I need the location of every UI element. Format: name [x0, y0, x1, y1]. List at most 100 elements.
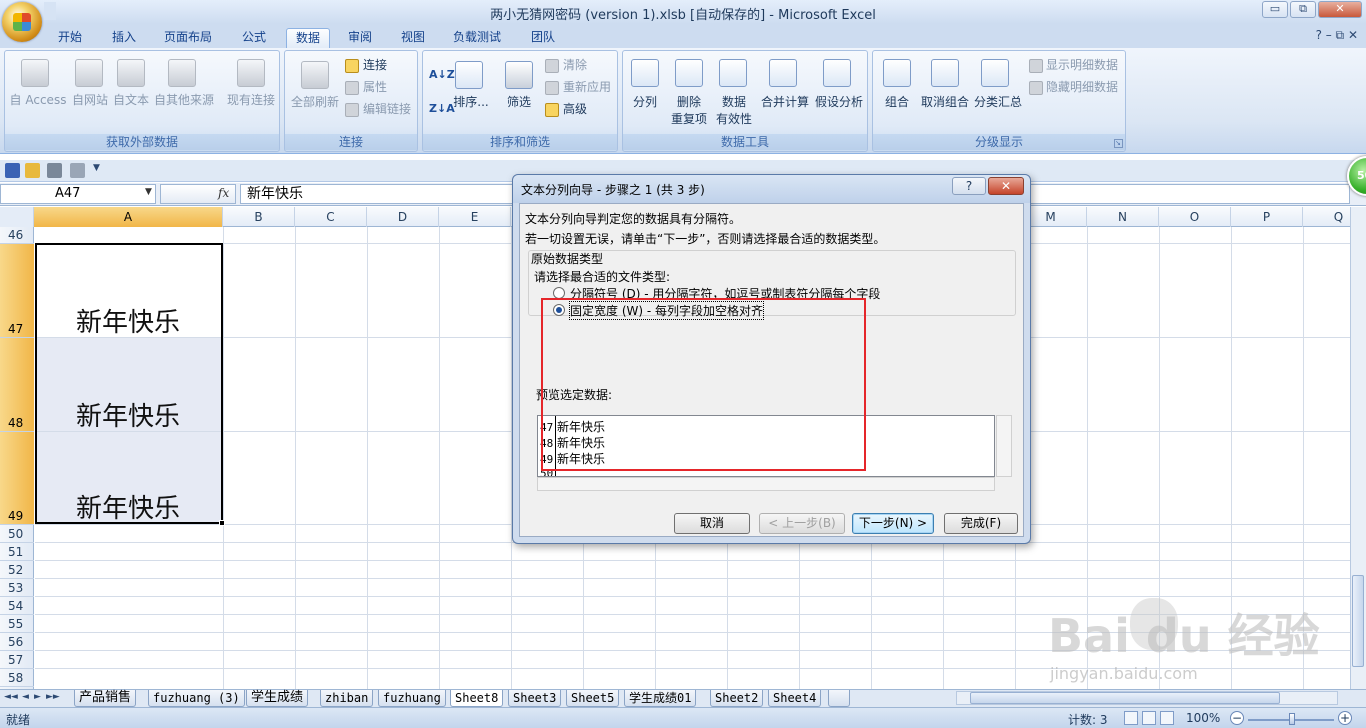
- fill-handle[interactable]: [219, 520, 225, 526]
- row-header-55[interactable]: 55: [0, 615, 34, 633]
- column-header-a[interactable]: A: [34, 207, 223, 227]
- row-header-58[interactable]: 58: [0, 669, 34, 687]
- name-box-dropdown-icon[interactable]: ▼: [145, 187, 152, 197]
- show-detail-button[interactable]: 显示明细数据: [1046, 58, 1118, 73]
- hide-detail-button[interactable]: 隐藏明细数据: [1046, 80, 1118, 95]
- sheet-tab[interactable]: Sheet5: [566, 690, 620, 707]
- save-icon[interactable]: [5, 163, 20, 178]
- row-header-50[interactable]: 50: [0, 525, 34, 543]
- zoom-out-button[interactable]: −: [1230, 711, 1244, 725]
- vertical-scroll-thumb[interactable]: [1352, 575, 1364, 667]
- first-sheet-button[interactable]: ◄◄: [4, 692, 18, 702]
- refresh-all-button[interactable]: 全部刷新: [287, 95, 343, 110]
- row-header-53[interactable]: 53: [0, 579, 34, 597]
- sheet-tab[interactable]: fuzhuang (3): [148, 690, 245, 707]
- horizontal-scroll-thumb[interactable]: [970, 692, 1280, 704]
- page-break-view-icon[interactable]: [1160, 711, 1174, 725]
- row-header-49[interactable]: 49: [0, 432, 34, 525]
- group-button[interactable]: 组合: [877, 95, 917, 110]
- row-header-51[interactable]: 51: [0, 543, 34, 561]
- cancel-button[interactable]: 取消: [674, 513, 750, 534]
- page-layout-view-icon[interactable]: [1142, 711, 1156, 725]
- insert-function-button[interactable]: fx: [218, 186, 229, 200]
- from-text-button[interactable]: 自文本: [109, 93, 153, 108]
- preview-vertical-scrollbar[interactable]: [996, 415, 1012, 477]
- remove-duplicates-button-line1[interactable]: 删除: [667, 95, 711, 110]
- column-header-o[interactable]: O: [1159, 207, 1231, 227]
- preview-icon[interactable]: [70, 163, 85, 178]
- ungroup-button[interactable]: 取消组合: [919, 95, 971, 110]
- tab-review[interactable]: 审阅: [344, 28, 376, 48]
- next-button[interactable]: 下一步(N) >: [852, 513, 934, 534]
- properties-button[interactable]: 属性: [363, 80, 387, 95]
- advanced-button[interactable]: 高级: [563, 102, 587, 117]
- row-header-54[interactable]: 54: [0, 597, 34, 615]
- clear-button[interactable]: 清除: [563, 58, 587, 73]
- tab-load-test[interactable]: 负载测试: [449, 28, 505, 48]
- subtotal-button[interactable]: 分类汇总: [971, 95, 1025, 110]
- column-header-p[interactable]: P: [1231, 207, 1303, 227]
- sheet-tab[interactable]: Sheet4: [768, 690, 822, 707]
- ribbon-window-controls[interactable]: ? – ⧉ ✕: [1316, 28, 1358, 43]
- filter-button[interactable]: 筛选: [499, 95, 539, 110]
- print-icon[interactable]: [47, 163, 62, 178]
- select-all-corner[interactable]: [0, 207, 34, 227]
- column-header-n[interactable]: N: [1087, 207, 1159, 227]
- help-button[interactable]: ?: [952, 177, 986, 195]
- tab-formulas[interactable]: 公式: [238, 28, 270, 48]
- remove-duplicates-button-line2[interactable]: 重复项: [667, 112, 711, 127]
- normal-view-icon[interactable]: [1124, 711, 1138, 725]
- open-icon[interactable]: [25, 163, 40, 178]
- sort-az-icon[interactable]: A↓Z: [429, 67, 455, 82]
- last-sheet-button[interactable]: ►►: [46, 692, 60, 702]
- minimize-button[interactable]: ▭: [1262, 1, 1288, 18]
- name-box[interactable]: A47: [0, 184, 156, 204]
- tab-data[interactable]: 数据: [286, 28, 330, 48]
- preview-horizontal-scrollbar[interactable]: [537, 477, 995, 491]
- row-header-48[interactable]: 48: [0, 338, 34, 432]
- column-header-d[interactable]: D: [367, 207, 439, 227]
- row-header-57[interactable]: 57: [0, 651, 34, 669]
- dialog-close-button[interactable]: ✕: [988, 177, 1024, 195]
- next-sheet-button[interactable]: ►: [34, 692, 41, 702]
- column-header-e[interactable]: E: [439, 207, 511, 227]
- sheet-tab[interactable]: Sheet2: [710, 690, 764, 707]
- connections-button[interactable]: 连接: [363, 58, 387, 73]
- consolidate-button[interactable]: 合并计算: [759, 95, 811, 110]
- tab-team[interactable]: 团队: [527, 28, 559, 48]
- insert-sheet-icon[interactable]: [828, 690, 850, 707]
- row-header-56[interactable]: 56: [0, 633, 34, 651]
- from-access-button[interactable]: 自 Access: [7, 93, 69, 108]
- from-web-button[interactable]: 自网站: [69, 93, 111, 108]
- sheet-tab[interactable]: 学生成绩: [246, 690, 309, 707]
- finish-button[interactable]: 完成(F): [944, 513, 1018, 534]
- tab-insert[interactable]: 插入: [108, 28, 140, 48]
- sheet-tab[interactable]: zhiban: [320, 690, 374, 707]
- back-button[interactable]: < 上一步(B): [759, 513, 845, 534]
- prev-sheet-button[interactable]: ◄: [22, 692, 29, 702]
- sheet-tab[interactable]: 产品销售: [74, 690, 137, 707]
- text-to-columns-button[interactable]: 分列: [627, 95, 663, 110]
- sheet-tab[interactable]: fuzhuang: [378, 690, 446, 707]
- tab-home[interactable]: 开始: [54, 28, 86, 48]
- restore-button[interactable]: ⧉: [1290, 1, 1316, 18]
- data-validation-button-line2[interactable]: 有效性: [711, 112, 757, 127]
- row-header-52[interactable]: 52: [0, 561, 34, 579]
- close-button[interactable]: ✕: [1318, 1, 1362, 18]
- sheet-tab-active[interactable]: Sheet8: [450, 690, 504, 707]
- edit-links-button[interactable]: 编辑链接: [363, 102, 411, 117]
- sheet-tab[interactable]: 学生成绩01: [624, 690, 697, 707]
- customize-qat-icon[interactable]: ▼: [93, 163, 103, 178]
- sheet-tab[interactable]: Sheet3: [508, 690, 562, 707]
- zoom-level[interactable]: 100%: [1186, 711, 1220, 725]
- zoom-in-button[interactable]: +: [1338, 711, 1352, 725]
- existing-connections-button[interactable]: 现有连接: [223, 93, 279, 108]
- tab-view[interactable]: 视图: [397, 28, 429, 48]
- row-header-46[interactable]: 46: [0, 227, 34, 244]
- tab-page-layout[interactable]: 页面布局: [160, 28, 216, 48]
- data-validation-button-line1[interactable]: 数据: [711, 95, 757, 110]
- reapply-button[interactable]: 重新应用: [563, 80, 611, 95]
- dialog-launcher-icon[interactable]: ↘: [1114, 139, 1123, 148]
- column-header-c[interactable]: C: [295, 207, 367, 227]
- sort-button[interactable]: 排序...: [449, 95, 493, 110]
